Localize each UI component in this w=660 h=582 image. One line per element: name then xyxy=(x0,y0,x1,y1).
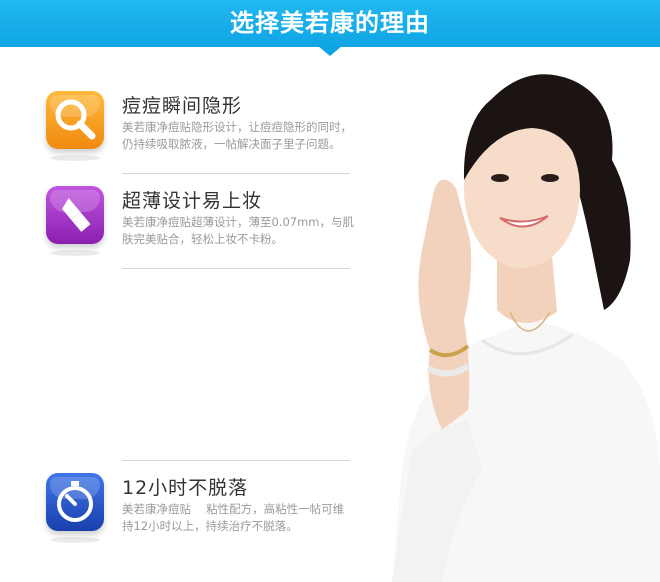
model-photo xyxy=(392,74,660,582)
icon-reflection xyxy=(50,250,100,256)
icon-reflection xyxy=(50,537,100,543)
feature-description: 美若康净痘贴 粘性配方，高粘性一帖可维持12小时以上，持续治疗不脱落。 xyxy=(122,502,345,533)
feature-title: 痘痘瞬间隐形 xyxy=(122,95,243,117)
magnifier-icon xyxy=(46,91,104,149)
feature-title: 超薄设计易上妆 xyxy=(122,190,263,212)
feature-title: 12小时不脱落 xyxy=(122,477,249,499)
feature-description: 美若康净痘贴隐形设计，让痘痘隐形的同时，仍持续吸取脓液，一帖解决面子里子问题。 xyxy=(122,120,352,151)
lipstick-icon xyxy=(46,186,104,244)
page-title: 选择美若康的理由 xyxy=(230,9,430,37)
divider xyxy=(122,173,350,174)
divider xyxy=(122,460,350,461)
header-banner: 选择美若康的理由 xyxy=(0,0,660,47)
stopwatch-icon xyxy=(46,473,104,531)
icon-reflection xyxy=(50,155,100,161)
banner-pointer xyxy=(318,46,342,56)
feature-description: 美若康净痘贴超薄设计，薄至0.07mm，与肌肤完美贴合，轻松上妆不卡粉。 xyxy=(122,215,355,246)
divider xyxy=(122,268,350,269)
